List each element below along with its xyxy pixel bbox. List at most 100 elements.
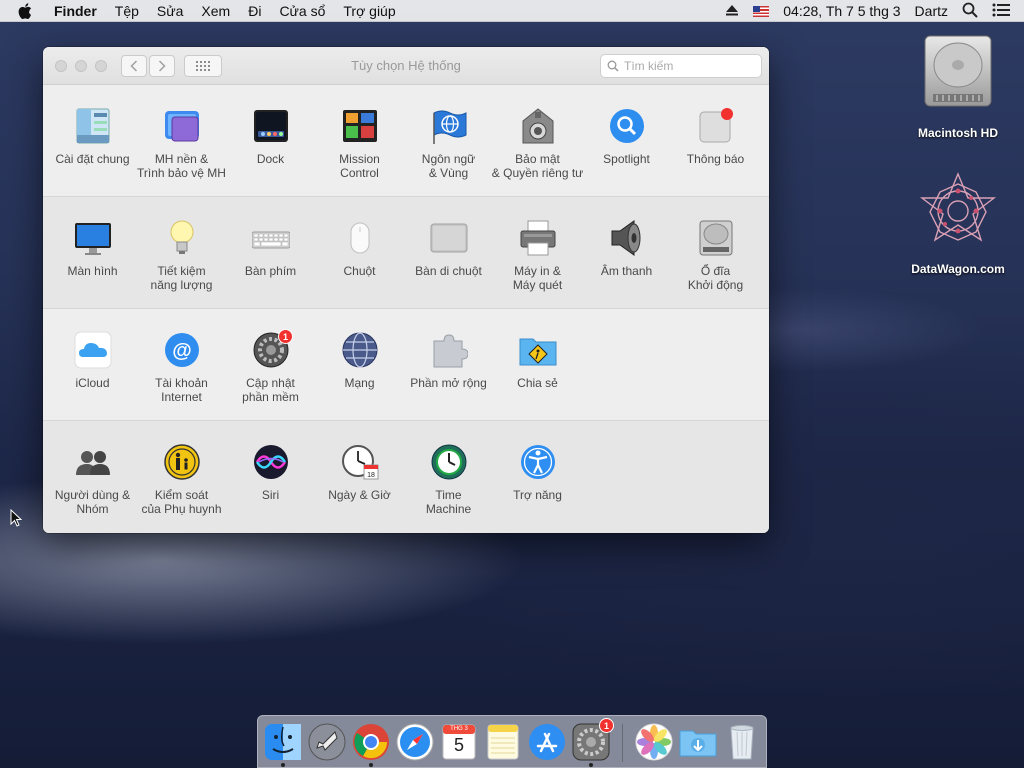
pane-icloud[interactable]: iCloud <box>48 309 137 421</box>
menu-finder[interactable]: Finder <box>54 3 97 19</box>
pane-label: Spotlight <box>603 152 650 166</box>
dock-app-store[interactable] <box>527 722 567 762</box>
dock-notes[interactable] <box>483 722 523 762</box>
section-internet: iCloud @ Tài khoản Internet 1 Cập nhật phầ… <box>43 309 769 421</box>
search-field[interactable] <box>600 54 762 78</box>
pane-startup-disk[interactable]: Ổ đĩa Khởi động <box>671 197 760 309</box>
svg-text:18: 18 <box>367 472 375 479</box>
pane-label: Machine <box>425 502 472 516</box>
pane-label: Người dùng & <box>54 488 131 502</box>
dock-system-preferences[interactable]: 1 <box>571 718 614 767</box>
date-time-icon: 18 <box>342 445 379 480</box>
desktop-screensaver-icon <box>165 111 199 142</box>
pane-label: Trình bảo vệ MH <box>137 166 226 180</box>
trackpad-icon <box>430 223 468 253</box>
launchpad-icon <box>308 723 346 761</box>
photos-icon <box>635 723 673 761</box>
pane-parental-controls[interactable]: Kiểm soát của Phụ huynh <box>137 421 226 533</box>
pane-security-privacy[interactable]: Bảo mật & Quyền riêng tư <box>491 85 584 197</box>
dock-badge: 1 <box>599 718 614 733</box>
menu-extras: 04:28, Th 7 5 thg 3 Dartz <box>725 0 1024 22</box>
search-input[interactable] <box>624 59 754 73</box>
spotlight-search-icon[interactable] <box>962 2 978 21</box>
pane-label: & Quyền riêng tư <box>491 166 584 180</box>
pane-label: Khởi động <box>687 278 744 292</box>
pane-label: Tài khoản <box>155 376 208 390</box>
pane-dock[interactable]: Dock <box>226 85 315 197</box>
menu-window[interactable]: Cửa sổ <box>279 3 325 19</box>
pane-label: iCloud <box>75 376 110 390</box>
pane-label: Control <box>340 166 379 180</box>
pane-software-update[interactable]: 1 Cập nhật phần mềm <box>226 309 315 421</box>
pane-date-time[interactable]: 18 Ngày & Giờ <box>315 421 404 533</box>
pane-users-groups[interactable]: Người dùng & Nhóm <box>48 421 137 533</box>
dock-icon <box>254 110 288 142</box>
menu-go[interactable]: Đi <box>248 3 261 19</box>
dock: THG 3 5 1 <box>257 715 767 768</box>
pane-keyboard[interactable]: Bàn phím <box>226 197 315 309</box>
accessibility-icon <box>521 445 555 479</box>
dock-downloads[interactable] <box>678 722 718 762</box>
pane-label: Ngày & Giờ <box>328 488 391 502</box>
input-source-flag-icon[interactable] <box>753 5 770 17</box>
pane-notifications[interactable]: Thông báo <box>671 85 760 197</box>
pane-label: của Phụ huynh <box>141 502 222 516</box>
dock-trash[interactable] <box>722 722 762 762</box>
dock-chrome[interactable] <box>351 722 391 767</box>
pane-label: Trợ năng <box>513 488 562 502</box>
pane-label: & Vùng <box>428 166 469 180</box>
pane-mission-control[interactable]: Mission Control <box>315 85 404 197</box>
printer-icon <box>520 220 556 256</box>
dock-photos[interactable] <box>634 722 674 762</box>
trash-icon <box>730 725 754 760</box>
pane-mouse[interactable]: Chuột <box>315 197 404 309</box>
pane-general[interactable]: Cài đặt chung <box>48 85 137 197</box>
apple-menu-icon[interactable] <box>18 2 38 19</box>
pane-accessibility[interactable]: Trợ năng <box>493 421 582 533</box>
dock-finder[interactable] <box>263 722 303 767</box>
desktop-datawagon[interactable]: DataWagon.com <box>895 170 1021 276</box>
security-privacy-icon <box>522 108 554 144</box>
dock-calendar[interactable]: THG 3 5 <box>439 722 479 762</box>
desktop-hd-label: Macintosh HD <box>917 126 998 140</box>
pane-time-machine[interactable]: Time Machine <box>404 421 493 533</box>
datawagon-logo-icon <box>919 172 997 242</box>
sound-icon <box>611 220 641 256</box>
pane-siri[interactable]: Siri <box>226 421 315 533</box>
notification-center-icon[interactable] <box>992 3 1010 20</box>
menu-help[interactable]: Trợ giúp <box>343 3 395 19</box>
menu-file[interactable]: Tệp <box>115 3 139 19</box>
desktop-macintosh-hd[interactable]: Macintosh HD <box>908 32 1008 140</box>
running-indicator <box>589 763 593 767</box>
pane-language-region[interactable]: Ngôn ngữ & Vùng <box>404 85 493 197</box>
pane-label: Bàn di chuột <box>415 264 482 278</box>
pane-energy-saver[interactable]: Tiết kiệm năng lượng <box>137 197 226 309</box>
sharing-icon <box>519 338 557 366</box>
pane-desktop-screensaver[interactable]: MH nền & Trình bảo vệ MH <box>137 85 226 197</box>
pane-sound[interactable]: Âm thanh <box>582 197 671 309</box>
menu-edit[interactable]: Sửa <box>157 3 184 19</box>
pane-internet-accounts[interactable]: @ Tài khoản Internet <box>137 309 226 421</box>
pane-trackpad[interactable]: Bàn di chuột <box>404 197 493 309</box>
pane-label: Thông báo <box>686 152 745 166</box>
pane-label: phần mềm <box>242 390 299 404</box>
pane-printers-scanners[interactable]: Máy in & Máy quét <box>493 197 582 309</box>
extensions-icon <box>433 334 468 368</box>
eject-icon[interactable] <box>725 3 739 19</box>
menu-user[interactable]: Dartz <box>915 3 948 19</box>
pane-label: Âm thanh <box>600 264 653 278</box>
mouse-cursor-icon <box>10 509 22 527</box>
section-personal: Cài đặt chung MH nền & Trình bảo vệ MH Do… <box>43 85 769 197</box>
pane-displays[interactable]: Màn hình <box>48 197 137 309</box>
dock-launchpad[interactable] <box>307 722 347 762</box>
pane-label: Nhóm <box>76 502 109 516</box>
pane-extensions[interactable]: Phần mở rộng <box>404 309 493 421</box>
pane-spotlight[interactable]: Spotlight <box>582 85 671 197</box>
pane-network[interactable]: Mạng <box>315 309 404 421</box>
dock-safari[interactable] <box>395 722 435 762</box>
menu-clock[interactable]: 04:28, Th 7 5 thg 3 <box>783 3 900 19</box>
pane-sharing[interactable]: Chia sẻ <box>493 309 582 421</box>
pane-label: Ngôn ngữ <box>421 152 476 166</box>
language-region-icon <box>433 110 467 144</box>
menu-view[interactable]: Xem <box>201 3 230 19</box>
